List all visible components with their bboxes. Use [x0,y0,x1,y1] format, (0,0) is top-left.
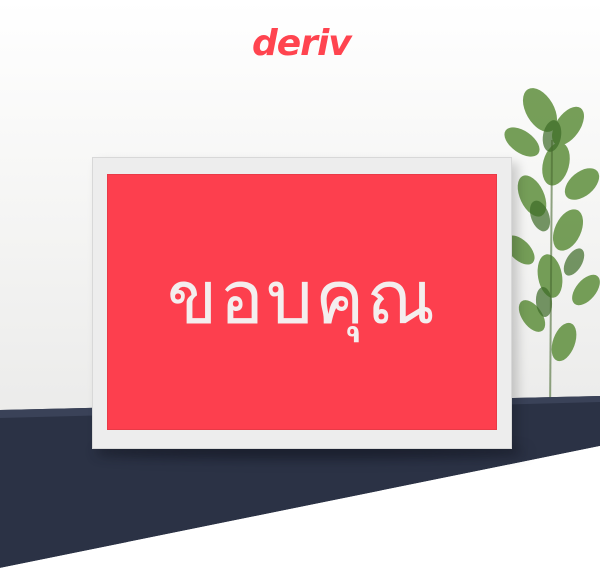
deriv-logo: deriv [252,23,352,64]
picture-frame: ขอบคุณ [92,157,512,449]
sign-panel: ขอบคุณ [107,174,497,430]
photo-scene: deriv ขอบคุณ [0,0,600,568]
sign-text: ขอบคุณ [166,255,438,341]
